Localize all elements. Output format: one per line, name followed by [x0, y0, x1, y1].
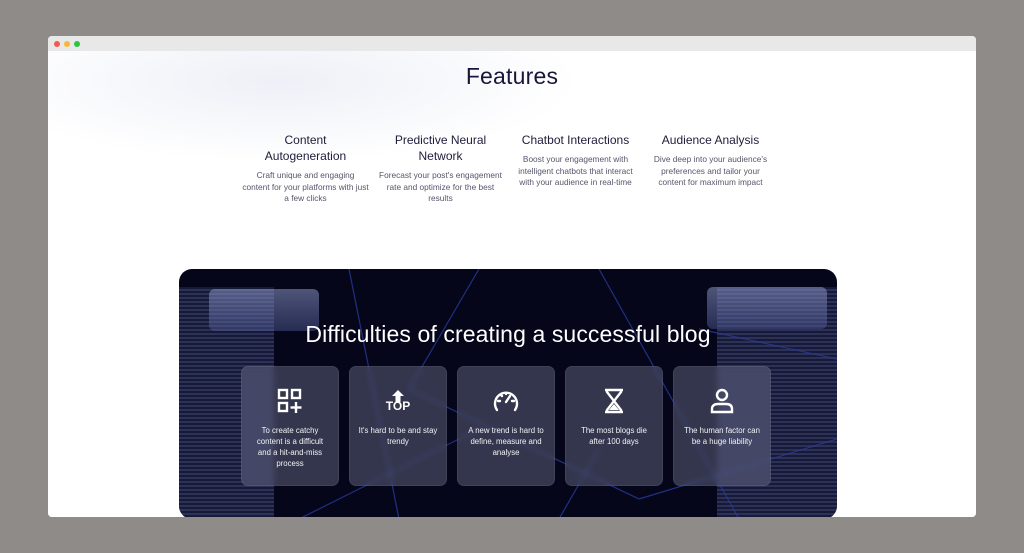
window-titlebar: [48, 36, 976, 51]
hourglass-icon: [600, 387, 628, 415]
features-title: Features: [465, 63, 559, 89]
difficulty-text: The human factor can be a huge liability: [684, 426, 760, 446]
top-label: TOP: [385, 399, 411, 413]
page-content: Features Content Autogeneration Craft un…: [48, 51, 976, 517]
browser-window: Features Content Autogeneration Craft un…: [48, 36, 976, 517]
feature-predictive-neural-network: Predictive Neural Network Forecast your …: [373, 132, 508, 205]
speedometer-icon: [492, 387, 520, 415]
difficulty-text: A new trend is hard to define, measure a…: [468, 426, 544, 457]
difficulty-text: The most blogs die after 100 days: [581, 426, 647, 446]
feature-description: Dive deep into your audience's preferenc…: [653, 154, 768, 188]
difficulties-hero: Difficulties of creating a successful bl…: [179, 269, 837, 517]
difficulty-card: The human factor can be a huge liability: [673, 366, 771, 486]
add-widget-icon: [276, 387, 304, 415]
minimize-window-button[interactable]: [64, 40, 70, 47]
difficulty-card: To create catchy content is a difficult …: [241, 366, 339, 486]
difficulty-text: To create catchy content is a difficult …: [256, 426, 324, 468]
close-window-button[interactable]: [54, 40, 60, 47]
difficulties-title: Difficulties of creating a successful bl…: [305, 321, 711, 347]
feature-title: Audience Analysis: [661, 133, 760, 147]
difficulty-card: The most blogs die after 100 days: [565, 366, 663, 486]
feature-chatbot-interactions: Chatbot Interactions Boost your engageme…: [508, 132, 643, 205]
feature-description: Craft unique and engaging content for yo…: [242, 170, 369, 204]
feature-description: Forecast your post's engagement rate and…: [379, 170, 502, 204]
feature-content-autogeneration: Content Autogeneration Craft unique and …: [238, 132, 373, 205]
difficulty-cards: To create catchy content is a difficult …: [241, 366, 771, 486]
top-arrow-icon: TOP: [384, 387, 412, 415]
user-icon: [708, 387, 736, 415]
feature-title: Predictive Neural Network: [394, 133, 487, 163]
feature-audience-analysis: Audience Analysis Dive deep into your au…: [643, 132, 778, 205]
difficulty-card: TOP It's hard to be and stay trendy: [349, 366, 447, 486]
feature-title: Chatbot Interactions: [521, 133, 630, 147]
feature-title: Content Autogeneration: [264, 133, 347, 163]
difficulty-card: A new trend is hard to define, measure a…: [457, 366, 555, 486]
difficulty-text: It's hard to be and stay trendy: [358, 426, 438, 446]
features-list: Content Autogeneration Craft unique and …: [238, 132, 778, 205]
maximize-window-button[interactable]: [74, 40, 80, 47]
feature-description: Boost your engagement with intelligent c…: [518, 154, 633, 188]
